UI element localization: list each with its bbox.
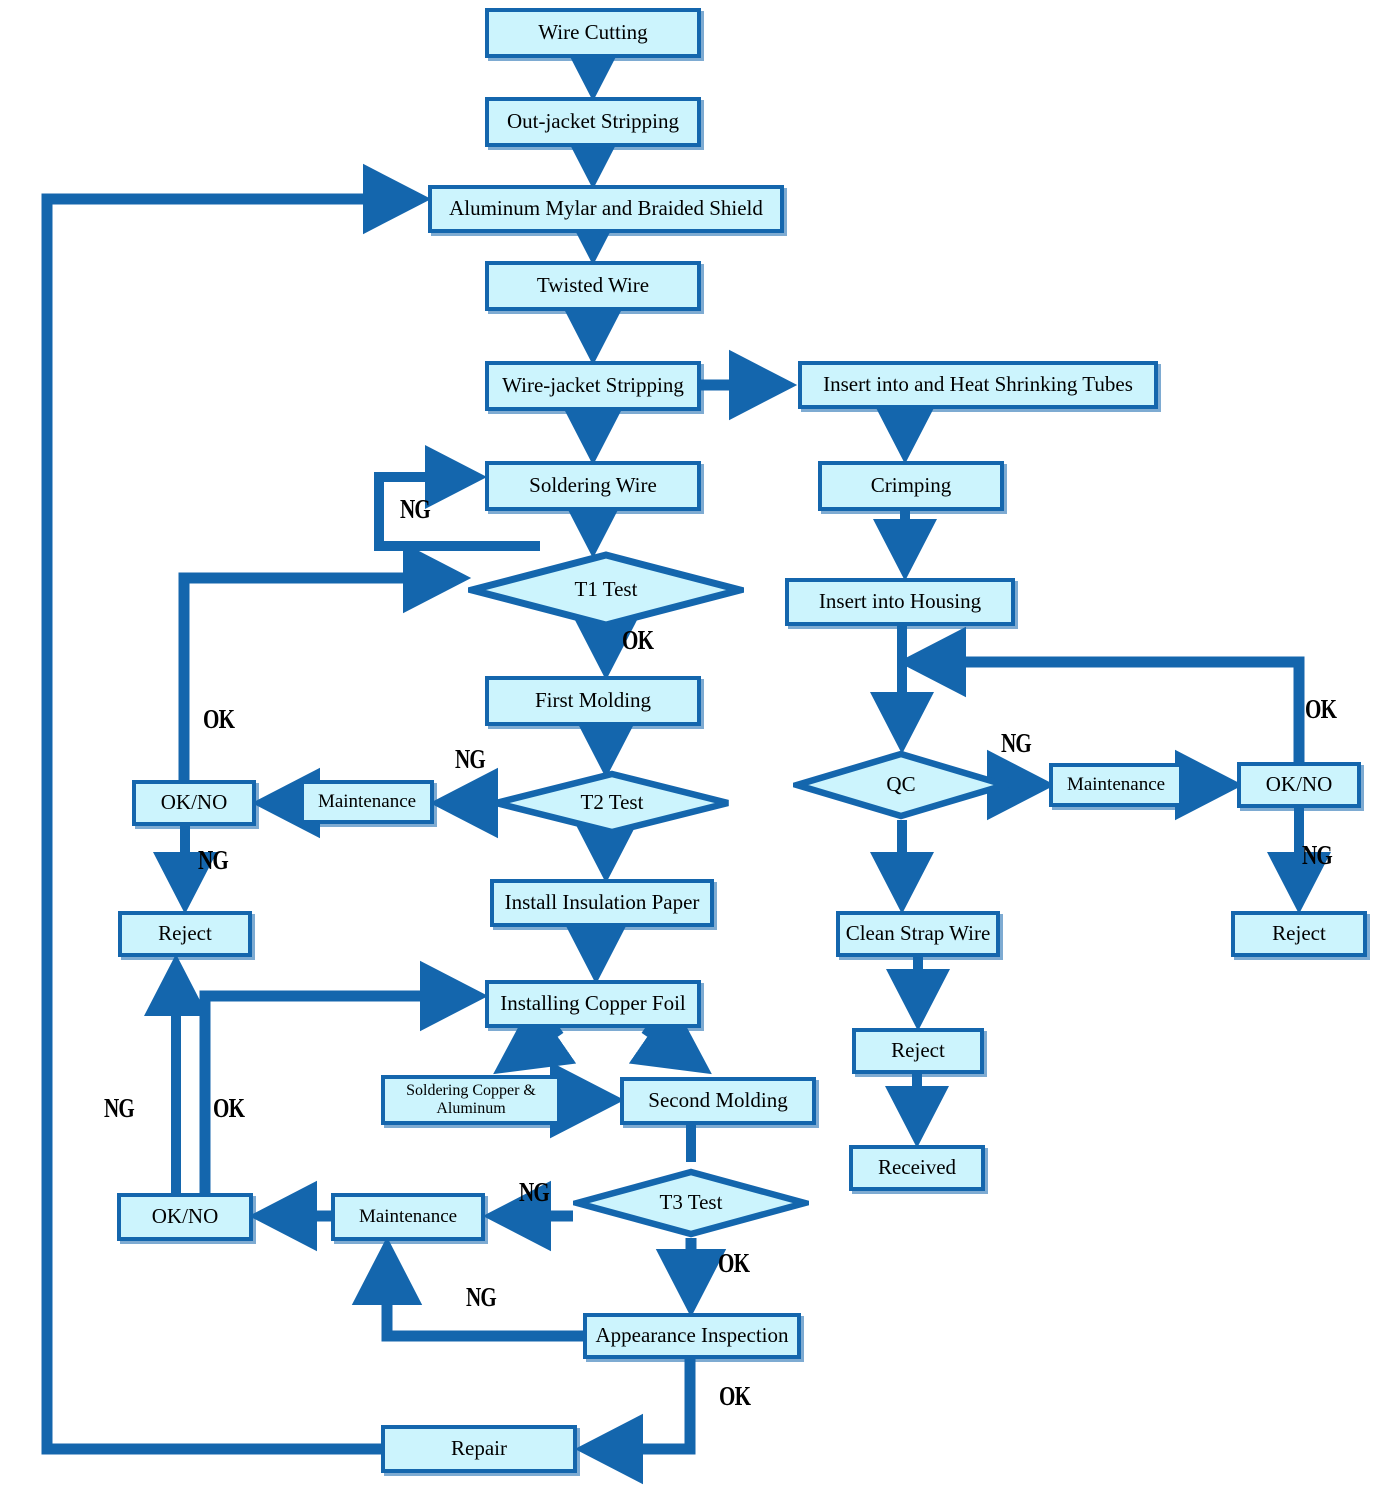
edge-label-ok-t3-appearance: OK	[718, 1248, 750, 1278]
node-maintenance-t2[interactable]: Maintenance	[300, 780, 434, 824]
node-reject-qc[interactable]: Reject	[1231, 911, 1367, 957]
node-label: T3 Test	[659, 1190, 723, 1215]
node-install-insulation-paper[interactable]: Install Insulation Paper	[490, 879, 714, 927]
node-received[interactable]: Received	[849, 1145, 985, 1191]
edge-label-ng-okno-reject-t3: NG	[104, 1093, 135, 1123]
edge-label-ok-okno-t1: OK	[203, 704, 235, 734]
node-ok-no-t2[interactable]: OK/NO	[132, 780, 256, 826]
node-aluminum-mylar-braided-shield[interactable]: Aluminum Mylar and Braided Shield	[428, 185, 784, 233]
edge-label-ok-appearance-repair: OK	[719, 1381, 751, 1411]
node-clean-strap-wire[interactable]: Clean Strap Wire	[836, 911, 1000, 957]
edge-label-ok-t1-first-molding: OK	[622, 625, 654, 655]
edge-label-ok-okno-copper-foil: OK	[213, 1093, 245, 1123]
node-soldering-copper-aluminum[interactable]: Soldering Copper & Aluminum	[381, 1075, 561, 1125]
edge-label-ng-t2-maintenance: NG	[455, 744, 486, 774]
node-second-molding[interactable]: Second Molding	[620, 1077, 816, 1125]
node-qc[interactable]: QC	[793, 750, 1009, 820]
node-out-jacket-stripping[interactable]: Out-jacket Stripping	[485, 97, 701, 147]
flowchart-canvas: Wire Cutting Out-jacket Stripping Alumin…	[0, 0, 1400, 1500]
node-appearance-inspection[interactable]: Appearance Inspection	[583, 1313, 801, 1359]
node-t1-test[interactable]: T1 Test	[468, 551, 744, 629]
node-maintenance-qc[interactable]: Maintenance	[1049, 763, 1183, 807]
node-label: T2 Test	[580, 790, 644, 815]
node-soldering-wire[interactable]: Soldering Wire	[485, 461, 701, 511]
node-label: QC	[886, 772, 916, 797]
node-crimping[interactable]: Crimping	[818, 461, 1004, 511]
node-twisted-wire[interactable]: Twisted Wire	[485, 261, 701, 311]
node-installing-copper-foil[interactable]: Installing Copper Foil	[485, 980, 701, 1028]
node-wire-cutting[interactable]: Wire Cutting	[485, 8, 701, 58]
edge-label-ok-okno-housing: OK	[1305, 694, 1337, 724]
node-insert-into-housing[interactable]: Insert into Housing	[785, 578, 1015, 626]
edge-label-ng-okno-reject-t2: NG	[198, 845, 229, 875]
node-maintenance-t3[interactable]: Maintenance	[331, 1193, 485, 1241]
node-t3-test[interactable]: T3 Test	[573, 1168, 809, 1238]
node-insert-heat-shrinking-tubes[interactable]: Insert into and Heat Shrinking Tubes	[798, 361, 1158, 409]
node-ok-no-qc[interactable]: OK/NO	[1237, 762, 1361, 808]
edge-label-ng-t1-soldering: NG	[400, 494, 431, 524]
edge-label-ng-t3-maintenance: NG	[519, 1177, 550, 1207]
node-ok-no-t3[interactable]: OK/NO	[117, 1193, 253, 1241]
node-wire-jacket-stripping[interactable]: Wire-jacket Stripping	[485, 361, 701, 411]
node-reject-received-branch[interactable]: Reject	[852, 1028, 984, 1074]
node-label: T1 Test	[574, 577, 638, 602]
edge-label-ng-okno-reject-qc: NG	[1302, 840, 1333, 870]
node-reject-t2[interactable]: Reject	[118, 911, 252, 957]
node-first-molding[interactable]: First Molding	[485, 676, 701, 726]
node-t2-test[interactable]: T2 Test	[492, 770, 732, 836]
node-repair[interactable]: Repair	[381, 1425, 577, 1473]
edge-label-ng-appearance-maintenance: NG	[466, 1282, 497, 1312]
